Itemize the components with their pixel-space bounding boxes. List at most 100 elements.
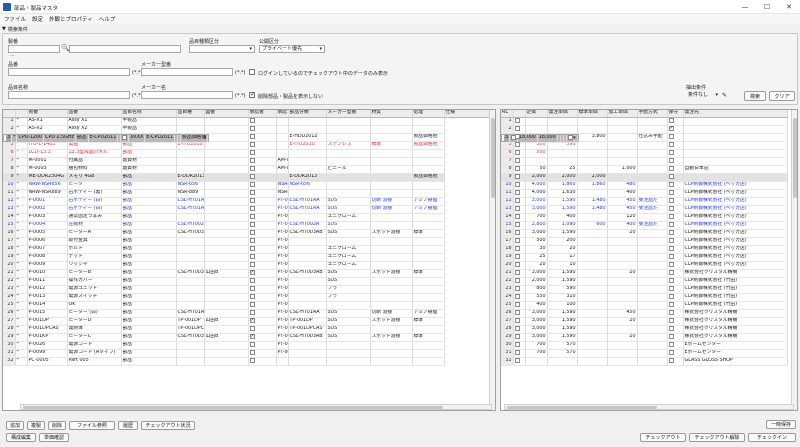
- cell-hyoujun-tanka[interactable]: [577, 253, 608, 262]
- cell-shiyou[interactable]: アミノ樹脂: [412, 309, 445, 318]
- menu-help[interactable]: ヘルプ: [99, 15, 116, 23]
- cell-hacchu-tanka[interactable]: 1,590: [547, 309, 578, 318]
- cell-kakou-tanka[interactable]: [607, 325, 638, 334]
- cell-rl[interactable]: [513, 349, 526, 358]
- cell-shiyou[interactable]: [412, 221, 445, 230]
- right-vertical-scrollbar[interactable]: [791, 110, 797, 410]
- search-panel-header[interactable]: ▼ 検索条件: [2, 25, 798, 33]
- cell-teika[interactable]: [525, 117, 548, 126]
- table-row[interactable]: 23 800 590 CLP制御株式会社 (竹田): [501, 285, 788, 294]
- cell-approved-box[interactable]: [249, 141, 255, 147]
- cell-kind[interactable]: 部品: [121, 317, 177, 326]
- cell-approver[interactable]: [204, 213, 249, 222]
- cell-supplier[interactable]: CLP制御株式会社 (ベッカ店): [683, 253, 788, 262]
- cell-hoshu[interactable]: [667, 341, 684, 350]
- table-row[interactable]: 13 3,000 1,590 1,480 450 受注品だ CLP制御株式会社 (ベッカ店): [501, 205, 788, 214]
- cell-approved[interactable]: [248, 293, 277, 302]
- cell-rl[interactable]: [513, 269, 526, 278]
- menu-appearance[interactable]: 外観とプロパティ: [49, 15, 93, 23]
- cell-maker-hinban[interactable]: CSL-HT003AB: [288, 269, 327, 278]
- table-row[interactable]: 15*P-0004圧縮材部品CSL-HT002APT-0004CSL-HT002…: [3, 221, 491, 230]
- cell-approver[interactable]: [204, 133, 249, 142]
- cell-shori[interactable]: [370, 189, 413, 198]
- table-row[interactable]: 18*P-0007ボルト部品 PT-0007 ユニクローム: [3, 245, 491, 254]
- search-button[interactable]: 検索: [744, 91, 766, 101]
- cell-approver[interactable]: [204, 277, 249, 286]
- cell-hinban[interactable]: P-0007: [27, 245, 68, 254]
- cell-hyoujun-tanka[interactable]: [577, 333, 608, 342]
- cell-hoshu-box[interactable]: [668, 317, 674, 323]
- cell-maker-hinban[interactable]: CSL-HT003AB: [288, 333, 327, 342]
- right-col-header[interactable]: [513, 110, 526, 118]
- cell-name[interactable]: 発熱体: [67, 325, 122, 334]
- cell-hacchu-tanka[interactable]: [547, 149, 578, 158]
- cell-zaishitsu[interactable]: SUS: [326, 277, 371, 286]
- cell-shori[interactable]: [370, 133, 413, 142]
- cell-approver[interactable]: [204, 325, 249, 334]
- cell-zaishitsu[interactable]: SUS: [326, 269, 371, 278]
- cell-approved-box[interactable]: [249, 333, 255, 339]
- cell-hoshu-box[interactable]: [668, 205, 674, 211]
- left-col-header[interactable]: 仕様: [444, 110, 492, 118]
- cell-rl-box[interactable]: [514, 357, 520, 363]
- cell-approved[interactable]: [248, 277, 277, 286]
- cell-hoshu-box[interactable]: [668, 253, 674, 259]
- cell-supplier[interactable]: [683, 173, 788, 182]
- cell-maker-hinban[interactable]: TP-001DP: [288, 317, 327, 326]
- cell-hacchu-tanka[interactable]: 570: [547, 341, 578, 350]
- cell-name[interactable]: 電源ユニット: [67, 285, 122, 294]
- cell-maker-hinban[interactable]: [288, 293, 327, 302]
- cell-shori[interactable]: [370, 341, 413, 350]
- cell-hinban[interactable]: P-0002: [27, 205, 68, 214]
- cell-hoshu[interactable]: [667, 181, 684, 190]
- cell-teika[interactable]: 4,000: [525, 189, 548, 198]
- cell-rl[interactable]: [513, 301, 526, 310]
- left-col-header[interactable]: 承認者: [248, 110, 277, 118]
- cell-tehai[interactable]: 受注品だ: [637, 221, 668, 230]
- left-col-header[interactable]: 部品分類: [288, 110, 327, 118]
- cell-approver[interactable]: [204, 205, 249, 214]
- cell-shori[interactable]: [370, 357, 413, 366]
- cell-zaishitsu[interactable]: [326, 125, 371, 134]
- cell-hyoujun-tanka[interactable]: [577, 149, 608, 158]
- cell-teika[interactable]: 3,000: [525, 229, 548, 238]
- cell-hyoujun-tanka[interactable]: [577, 277, 608, 286]
- table-row[interactable]: 7*M-0001付属品副資材 AM-0001: [3, 157, 491, 166]
- cell-hyoujun-tanka[interactable]: [577, 125, 608, 134]
- cell-shiyou[interactable]: 標準: [412, 229, 445, 238]
- cell-approved-box[interactable]: [249, 261, 255, 267]
- cell-supplier[interactable]: 株式会社クリスタル精機: [683, 317, 788, 326]
- cell-hinban[interactable]: P-0015: [27, 309, 68, 318]
- cell-tehai[interactable]: 受注品だ: [637, 205, 668, 214]
- cell-zuban[interactable]: [176, 341, 205, 350]
- cell-approved[interactable]: [248, 165, 277, 174]
- item-grid-left[interactable]: 製番 品番 品目名称 品目種 図番 承認者 承認 部品分類 メーカー型番 材質 処理 仕様 1 * AS-…: [2, 109, 496, 411]
- cell-hoshu-box[interactable]: [668, 221, 674, 227]
- table-row[interactable]: 16*P-0005ヒーターA部品CSL-HT003ABPT-0005CSL-HT…: [3, 229, 491, 238]
- file-reference-button[interactable]: ファイル参照: [69, 421, 115, 430]
- cell-zuban[interactable]: TP-001DP: [176, 317, 205, 326]
- cell-kind[interactable]: 部品: [121, 293, 177, 302]
- table-row[interactable]: 28 3,000 1,590 株式会社クリスタル精機: [501, 325, 788, 334]
- cell-approver[interactable]: [204, 125, 249, 134]
- cell-hoshu[interactable]: [667, 197, 684, 206]
- cell-approved[interactable]: [248, 285, 277, 294]
- cell-shiyou[interactable]: 製品価格他: [412, 141, 445, 150]
- menu-settings[interactable]: 設定: [32, 15, 43, 23]
- cell-rl-box[interactable]: [514, 213, 520, 219]
- cell-hoshu-box[interactable]: [668, 165, 674, 171]
- cell-name[interactable]: 13.3型液晶パネル: [67, 149, 122, 158]
- clear-button[interactable]: クリア: [769, 91, 795, 101]
- table-row[interactable]: 24 550 310 CLP制御株式会社 (竹田): [501, 293, 788, 302]
- cell-hacchu-tanka[interactable]: 100: [547, 301, 578, 310]
- cell-maker-hinban[interactable]: [288, 349, 327, 358]
- cell-approved-box[interactable]: [249, 189, 255, 195]
- cell-teika[interactable]: 3,000: [525, 197, 548, 206]
- cell-tehai[interactable]: [637, 317, 668, 326]
- cell-hyoujun-tanka[interactable]: [577, 117, 608, 126]
- cell-kakou-tanka[interactable]: 450: [607, 197, 638, 206]
- cell-name[interactable]: 取付金具: [67, 237, 122, 246]
- cell-rl-box[interactable]: [514, 301, 520, 307]
- cell-approved[interactable]: [248, 261, 277, 270]
- left-col-header[interactable]: 材質: [370, 110, 413, 118]
